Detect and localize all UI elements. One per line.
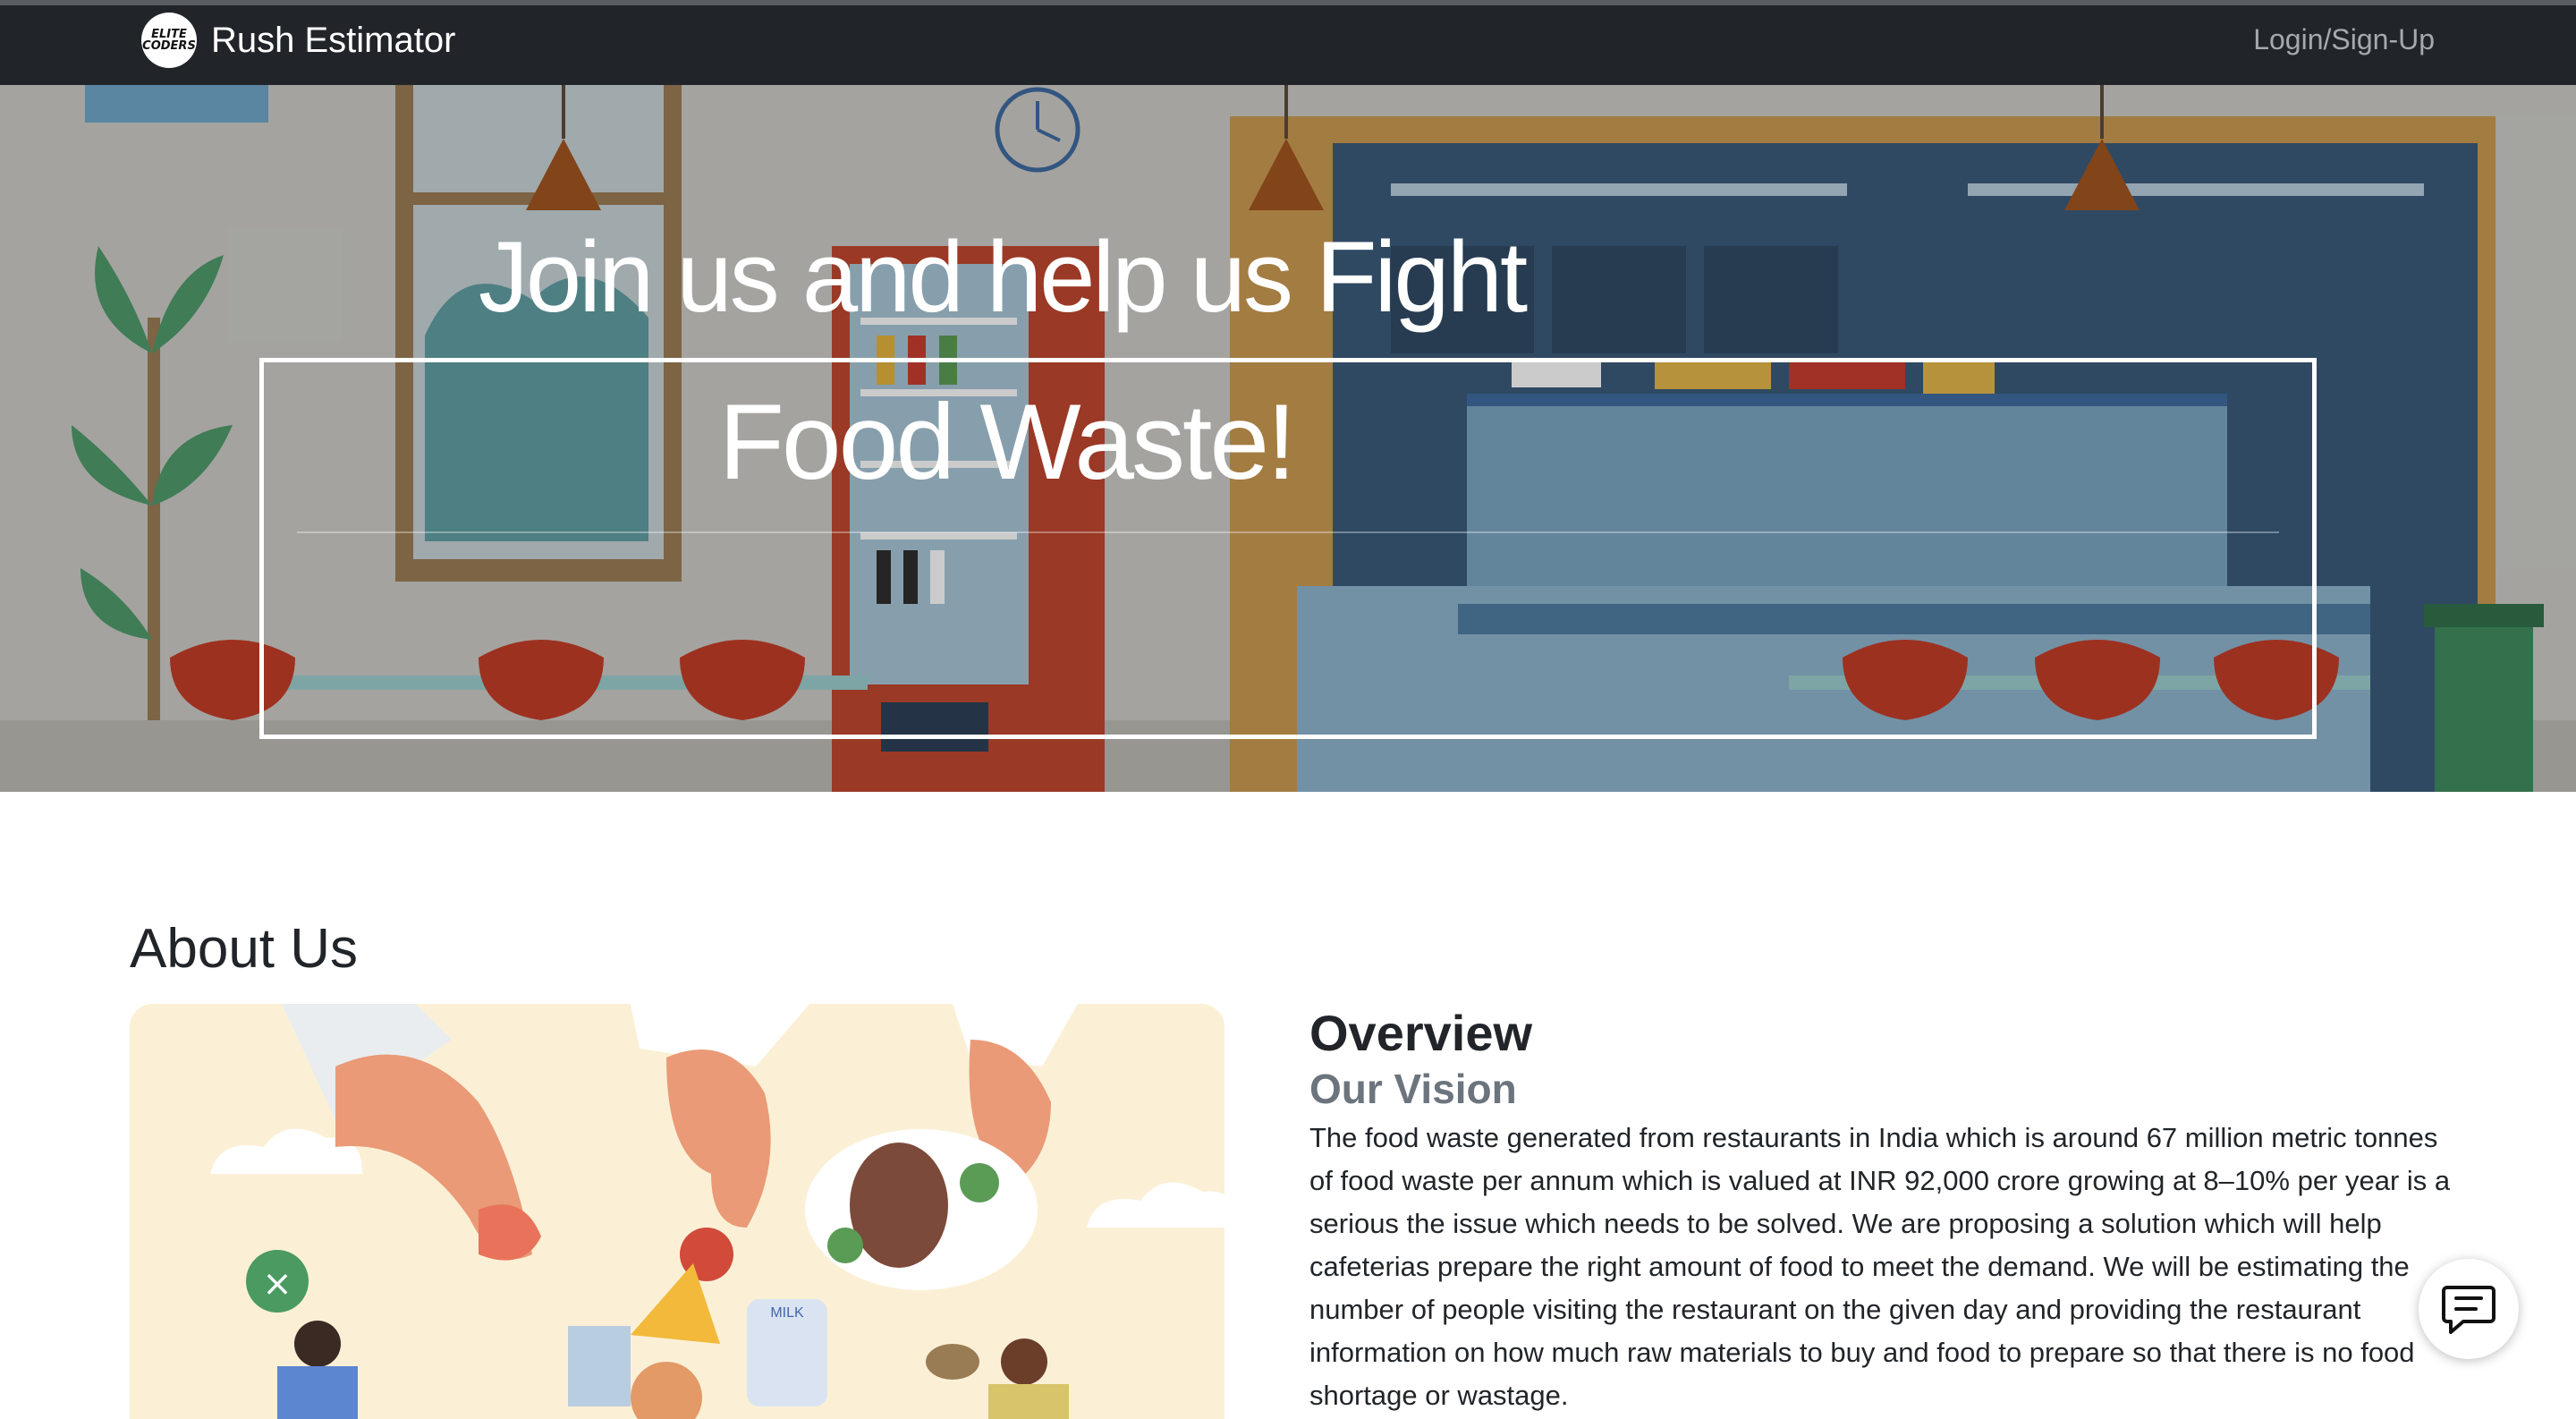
hero-heading-line1-text: Join us and help us Fight (478, 221, 1528, 333)
chat-button[interactable] (2419, 1259, 2519, 1359)
about-us-heading: About Us (130, 918, 359, 980)
our-vision-heading: Our Vision (1309, 1066, 1517, 1112)
hero-heading-line1: Join us and help us Fight (0, 219, 2576, 335)
login-signup-link[interactable]: Login/Sign-Up (2253, 23, 2435, 56)
food-sharing-illustration: MILK × (130, 1004, 1224, 1419)
svg-text:×: × (262, 1263, 292, 1304)
brand-link[interactable]: ELITE CODERS Rush Estimator (141, 11, 455, 70)
navbar: ELITE CODERS Rush Estimator Login/Sign-U… (0, 0, 2576, 85)
elite-coders-logo: ELITE CODERS (141, 13, 197, 68)
brand-name: Rush Estimator (211, 20, 456, 60)
hero-heading-line2: Food Waste! (0, 380, 2576, 504)
food-illustration-art: MILK × (130, 1004, 1224, 1419)
vision-paragraph: The food waste generated from restaurant… (1309, 1122, 2451, 1411)
chat-icon (2442, 1286, 2496, 1334)
hero-divider (297, 531, 2279, 533)
logo-text-bottom: CODERS (142, 39, 196, 53)
milk-carton-label: MILK (770, 1305, 804, 1321)
hero-banner: Join us and help us Fight Food Waste! (0, 85, 2576, 792)
overview-heading: Overview (1309, 1005, 1533, 1061)
hero-heading-line2-text: Food Waste! (718, 382, 1297, 502)
